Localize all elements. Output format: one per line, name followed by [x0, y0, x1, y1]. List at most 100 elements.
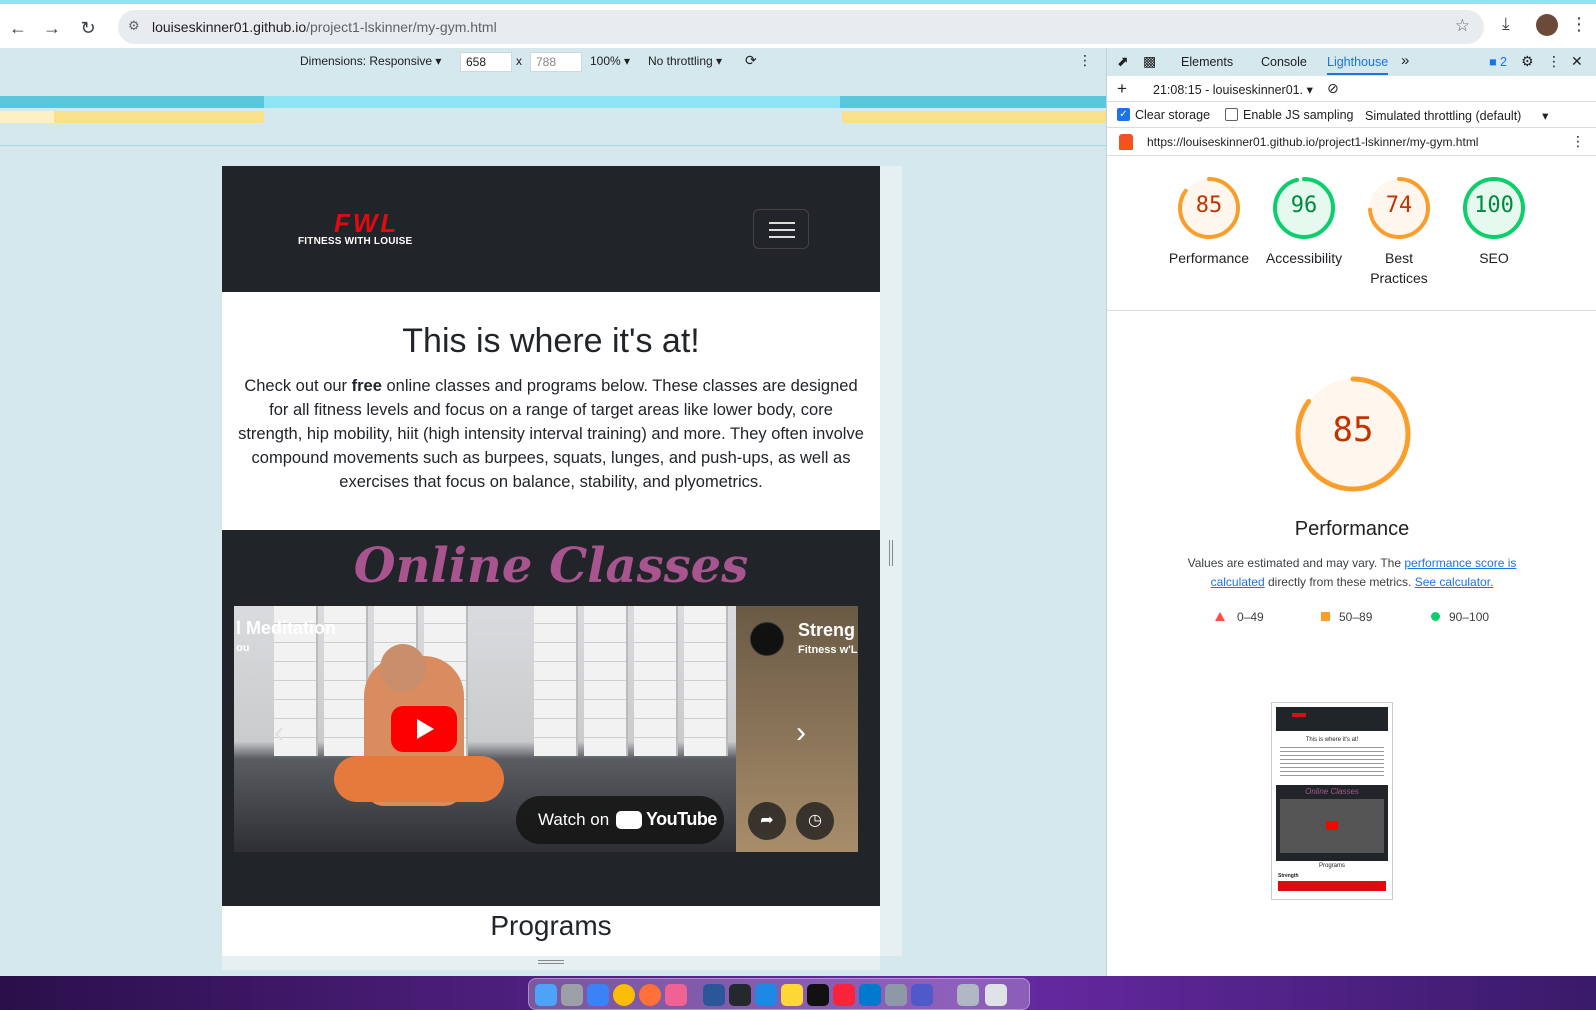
media-query-orange-right[interactable]: [842, 111, 1106, 123]
teams-icon[interactable]: [911, 984, 933, 1006]
new-report-icon[interactable]: +: [1117, 79, 1127, 99]
js-sampling-checkbox[interactable]: [1225, 108, 1238, 121]
bookmark-star-icon[interactable]: ☆: [1455, 16, 1470, 36]
score-gauge-best-practices[interactable]: 74: [1367, 176, 1431, 240]
address-bar[interactable]: ⚙ louiseskinner01.github.io/project1-lsk…: [118, 10, 1484, 44]
music-icon[interactable]: [833, 984, 855, 1006]
watch-on-youtube-button[interactable]: Watch on YouTube: [516, 796, 724, 844]
video-embed-strength[interactable]: Streng Fitness w'L › ➦ ◷: [736, 606, 858, 852]
vscode-icon[interactable]: [859, 984, 881, 1006]
media-query-bars: [0, 76, 1106, 146]
zoom-dropdown[interactable]: 100% ▾: [590, 54, 630, 68]
forward-icon[interactable]: →: [40, 16, 64, 40]
report-url[interactable]: https://louiseskinner01.github.io/projec…: [1147, 135, 1478, 149]
report-select[interactable]: 21:08:15 - louiseskinner01. ▾: [1153, 82, 1313, 97]
site-logo[interactable]: FWL: [334, 208, 399, 239]
back-icon[interactable]: ←: [6, 16, 30, 40]
online-classes-title: Online Classes: [353, 538, 749, 594]
score-label: Best Practices: [1370, 250, 1428, 286]
score-gauge-seo[interactable]: 100: [1462, 176, 1526, 240]
js-sampling-label: Enable JS sampling: [1243, 108, 1354, 122]
thumb-classes: Online Classes: [1305, 787, 1359, 796]
legend-fail-icon: [1215, 612, 1225, 621]
side-video-channel: Fitness w'L: [798, 644, 858, 656]
macos-dock: [528, 978, 1030, 1010]
watch-later-icon[interactable]: ◷: [796, 802, 834, 840]
more-tabs-icon[interactable]: »: [1401, 52, 1409, 69]
device-toggle-icon[interactable]: ▩: [1143, 53, 1156, 70]
rotate-icon[interactable]: ⟳: [745, 52, 757, 69]
firefox-icon[interactable]: [639, 984, 661, 1006]
device-resize-handle-bottom[interactable]: [222, 956, 880, 970]
youtube-play-button[interactable]: [391, 706, 457, 752]
video-title[interactable]: l Meditation: [236, 618, 336, 639]
score-gauge-accessibility[interactable]: 96: [1272, 176, 1336, 240]
tab-lighthouse[interactable]: Lighthouse: [1327, 55, 1389, 75]
more-menu-icon[interactable]: ⋮: [1570, 14, 1588, 35]
report-menu-icon[interactable]: ⋮: [1571, 133, 1585, 150]
width-input[interactable]: 658: [460, 52, 512, 72]
hero-title: This is where it's at!: [402, 322, 700, 360]
hamburger-menu-button[interactable]: [753, 209, 809, 249]
url-text[interactable]: louiseskinner01.github.io/project1-lskin…: [152, 19, 497, 35]
chrome-icon[interactable]: [613, 984, 635, 1006]
thumb-programs: Programs: [1318, 863, 1345, 869]
issues-badge[interactable]: ■ 2: [1489, 55, 1507, 69]
thumb-title: This is where it's at!: [1305, 737, 1359, 743]
media-query-max-width[interactable]: [0, 96, 264, 108]
site-info-icon[interactable]: ⚙: [128, 18, 140, 34]
device-resize-handle-right[interactable]: [880, 166, 902, 956]
launchpad-icon[interactable]: [561, 984, 583, 1006]
site-logo-subtitle: FITNESS WITH LOUISE: [298, 236, 413, 247]
trash-icon[interactable]: [985, 984, 1007, 1006]
throttling-dropdown[interactable]: No throttling ▾: [648, 54, 722, 68]
side-video-title[interactable]: Streng: [798, 620, 855, 641]
legend-pass-icon: [1431, 612, 1440, 621]
dimensions-dropdown[interactable]: Dimensions: Responsive ▾: [300, 54, 441, 68]
share-icon[interactable]: ➦: [748, 802, 786, 840]
word-icon[interactable]: [703, 984, 725, 1006]
see-calculator-link[interactable]: See calculator.: [1415, 575, 1494, 589]
reload-icon[interactable]: ↻: [76, 16, 100, 40]
photos-icon[interactable]: [665, 984, 687, 1006]
channel-avatar[interactable]: [750, 622, 784, 656]
tab-console[interactable]: Console: [1261, 55, 1307, 69]
score-value: 74: [1385, 193, 1413, 218]
safari-icon[interactable]: [755, 984, 777, 1006]
site-navbar: FWL FITNESS WITH LOUISE: [222, 166, 880, 292]
macos-dock-background: [0, 976, 1596, 1010]
clear-reports-icon[interactable]: ⊘: [1327, 80, 1339, 97]
notes-icon[interactable]: [781, 984, 803, 1006]
clear-storage-checkbox[interactable]: ✓: [1117, 108, 1130, 121]
terminal-icon[interactable]: [807, 984, 829, 1006]
downloads-stack-icon[interactable]: [957, 984, 979, 1006]
page-screenshot-thumbnail[interactable]: This is where it's at! Online Classes Pr…: [1271, 702, 1393, 900]
carousel-prev-icon[interactable]: ‹: [274, 716, 284, 750]
video-embed-meditation[interactable]: l Meditation ou ‹ Watch on YouTube: [234, 606, 736, 852]
preview-icon[interactable]: [885, 984, 907, 1006]
score-note: Values are estimated and may vary. The p…: [1187, 556, 1517, 589]
close-devtools-icon[interactable]: ✕: [1571, 53, 1583, 70]
github-icon[interactable]: [729, 984, 751, 1006]
device-options-icon[interactable]: ⋮: [1078, 52, 1092, 69]
devtools-panel: ⬈ ▩ Elements Console Lighthouse » ■ 2 ⚙ …: [1106, 48, 1596, 976]
programs-section: Programs: [222, 906, 880, 956]
download-icon[interactable]: ⤓: [1502, 14, 1510, 34]
emulated-page: FWL FITNESS WITH LOUISE This is where it…: [222, 166, 880, 956]
media-query-orange[interactable]: [54, 111, 264, 123]
score-label: SEO: [1479, 250, 1509, 266]
mail-icon[interactable]: [587, 984, 609, 1006]
media-query-min-width[interactable]: [840, 96, 1106, 108]
throttling-select[interactable]: Simulated throttling (default) ▾: [1365, 108, 1548, 123]
finder-icon[interactable]: [535, 984, 557, 1006]
score-value: 100: [1474, 193, 1514, 218]
dimension-separator: x: [516, 54, 522, 68]
inspect-element-icon[interactable]: ⬈: [1117, 53, 1129, 70]
profile-avatar[interactable]: [1536, 14, 1558, 36]
tab-elements[interactable]: Elements: [1181, 55, 1233, 69]
carousel-next-icon[interactable]: ›: [796, 716, 806, 750]
devtools-menu-icon[interactable]: ⋮: [1547, 53, 1561, 70]
settings-icon[interactable]: ⚙: [1521, 53, 1534, 70]
height-input[interactable]: 788: [530, 52, 582, 72]
score-gauge-performance[interactable]: 85: [1177, 176, 1241, 240]
